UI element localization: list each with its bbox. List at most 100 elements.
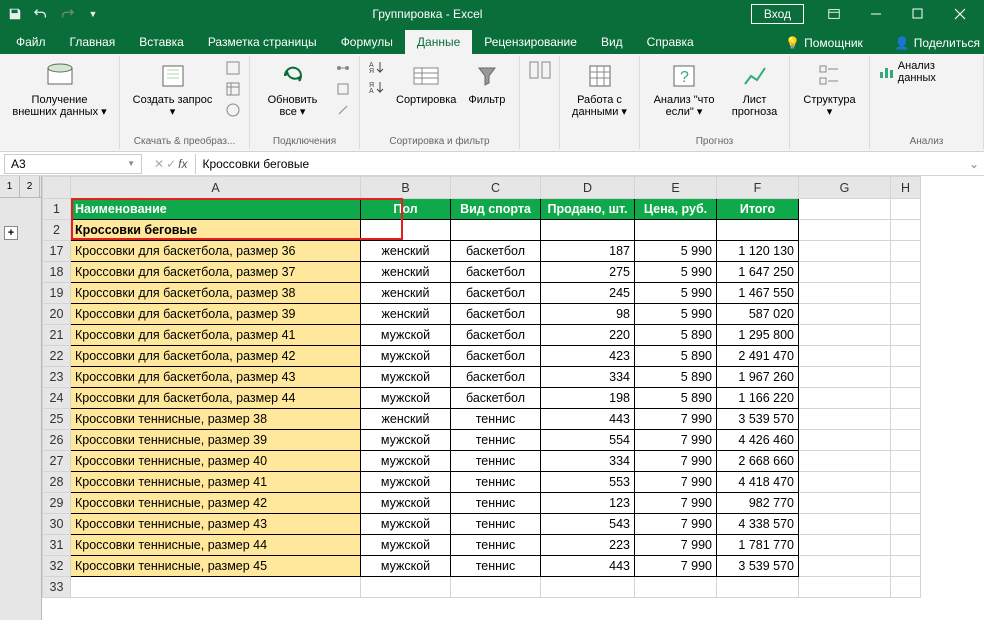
cell[interactable]: мужской [361, 451, 451, 472]
cell[interactable]: 443 [541, 556, 635, 577]
cell[interactable]: женский [361, 241, 451, 262]
row-header[interactable]: 33 [43, 577, 71, 598]
cell[interactable] [635, 220, 717, 241]
tab-рецензирование[interactable]: Рецензирование [472, 30, 589, 54]
row-header[interactable]: 23 [43, 367, 71, 388]
cell[interactable]: 5 990 [635, 283, 717, 304]
col-header-F[interactable]: F [717, 177, 799, 199]
cell[interactable]: 5 990 [635, 241, 717, 262]
table-header-cell[interactable]: Вид спорта [451, 199, 541, 220]
tab-формулы[interactable]: Формулы [329, 30, 405, 54]
cell[interactable]: мужской [361, 472, 451, 493]
cell[interactable]: теннис [451, 451, 541, 472]
cell[interactable]: мужской [361, 346, 451, 367]
cell[interactable]: 1 467 550 [717, 283, 799, 304]
properties-button[interactable] [333, 79, 353, 99]
cell-name[interactable]: Кроссовки для баскетбола, размер 44 [71, 388, 361, 409]
fx-icon[interactable]: fx [178, 157, 187, 171]
cell[interactable] [451, 220, 541, 241]
cell[interactable]: теннис [451, 472, 541, 493]
cell[interactable]: мужской [361, 388, 451, 409]
filter-button[interactable]: Фильтр [464, 58, 509, 108]
cell[interactable]: баскетбол [451, 241, 541, 262]
cell-name[interactable]: Кроссовки теннисные, размер 45 [71, 556, 361, 577]
cell-name[interactable]: Кроссовки теннисные, размер 39 [71, 430, 361, 451]
row-header[interactable]: 2 [43, 220, 71, 241]
row-header[interactable]: 1 [43, 199, 71, 220]
cell[interactable]: 5 890 [635, 346, 717, 367]
cell[interactable]: теннис [451, 430, 541, 451]
redo-icon[interactable] [56, 3, 78, 25]
cell[interactable]: 443 [541, 409, 635, 430]
outline-expand-button[interactable]: + [4, 226, 18, 240]
from-table-button[interactable] [223, 79, 243, 99]
cell[interactable]: 423 [541, 346, 635, 367]
cell[interactable]: баскетбол [451, 283, 541, 304]
cell[interactable]: 123 [541, 493, 635, 514]
cell[interactable]: мужской [361, 367, 451, 388]
connections-button[interactable] [333, 58, 353, 78]
col-header-E[interactable]: E [635, 177, 717, 199]
qat-customize-icon[interactable]: ▼ [82, 3, 104, 25]
cell[interactable]: 187 [541, 241, 635, 262]
spreadsheet-grid[interactable]: ABCDEFGH1НаименованиеПолВид спортаПродан… [42, 176, 984, 620]
cell[interactable]: 7 990 [635, 430, 717, 451]
tab-файл[interactable]: Файл [4, 30, 58, 54]
col-header-B[interactable]: B [361, 177, 451, 199]
row-header[interactable]: 28 [43, 472, 71, 493]
cell[interactable]: баскетбол [451, 262, 541, 283]
cell[interactable]: 2 491 470 [717, 346, 799, 367]
cell[interactable]: 7 990 [635, 472, 717, 493]
row-header[interactable]: 18 [43, 262, 71, 283]
cell[interactable]: женский [361, 262, 451, 283]
cell[interactable] [541, 220, 635, 241]
forecast-sheet-button[interactable]: Лист прогноза [726, 58, 783, 120]
cell-name[interactable]: Кроссовки для баскетбола, размер 42 [71, 346, 361, 367]
cell[interactable]: 2 668 660 [717, 451, 799, 472]
outline-level-2[interactable]: 2 [20, 176, 40, 197]
col-header-D[interactable]: D [541, 177, 635, 199]
col-header-G[interactable]: G [799, 177, 891, 199]
refresh-all-button[interactable]: Обновить все ▾ [256, 58, 329, 120]
cell[interactable]: 4 418 470 [717, 472, 799, 493]
cell[interactable]: 7 990 [635, 514, 717, 535]
cell[interactable]: 982 770 [717, 493, 799, 514]
cell[interactable] [361, 220, 451, 241]
row-header[interactable]: 24 [43, 388, 71, 409]
cell[interactable]: 5 990 [635, 304, 717, 325]
cell[interactable]: 1 967 260 [717, 367, 799, 388]
cell-name[interactable]: Кроссовки беговые [71, 220, 361, 241]
cell[interactable]: 198 [541, 388, 635, 409]
row-header[interactable]: 22 [43, 346, 71, 367]
row-header[interactable]: 25 [43, 409, 71, 430]
cell[interactable]: 7 990 [635, 451, 717, 472]
cell[interactable]: баскетбол [451, 325, 541, 346]
tab-вставка[interactable]: Вставка [127, 30, 196, 54]
cell[interactable]: баскетбол [451, 367, 541, 388]
cell[interactable]: теннис [451, 556, 541, 577]
minimize-icon[interactable] [856, 0, 896, 28]
cell-name[interactable]: Кроссовки теннисные, размер 38 [71, 409, 361, 430]
row-header[interactable]: 29 [43, 493, 71, 514]
cell[interactable]: 3 539 570 [717, 556, 799, 577]
cell[interactable]: баскетбол [451, 346, 541, 367]
cell[interactable]: 1 647 250 [717, 262, 799, 283]
cell[interactable]: 334 [541, 451, 635, 472]
cell[interactable]: мужской [361, 325, 451, 346]
table-header-cell[interactable]: Продано, шт. [541, 199, 635, 220]
cell-name[interactable]: Кроссовки для баскетбола, размер 37 [71, 262, 361, 283]
cell-name[interactable]: Кроссовки для баскетбола, размер 39 [71, 304, 361, 325]
col-header-C[interactable]: C [451, 177, 541, 199]
tab-данные[interactable]: Данные [405, 30, 472, 54]
cell[interactable]: теннис [451, 409, 541, 430]
row-header[interactable]: 17 [43, 241, 71, 262]
cell[interactable]: 5 890 [635, 388, 717, 409]
cell[interactable]: 7 990 [635, 493, 717, 514]
tab-разметка страницы[interactable]: Разметка страницы [196, 30, 329, 54]
cell[interactable]: баскетбол [451, 388, 541, 409]
outline-button[interactable]: Структура ▾ [796, 58, 863, 120]
cell[interactable]: 553 [541, 472, 635, 493]
cell[interactable]: теннис [451, 514, 541, 535]
cell-name[interactable]: Кроссовки для баскетбола, размер 38 [71, 283, 361, 304]
cell[interactable]: теннис [451, 535, 541, 556]
